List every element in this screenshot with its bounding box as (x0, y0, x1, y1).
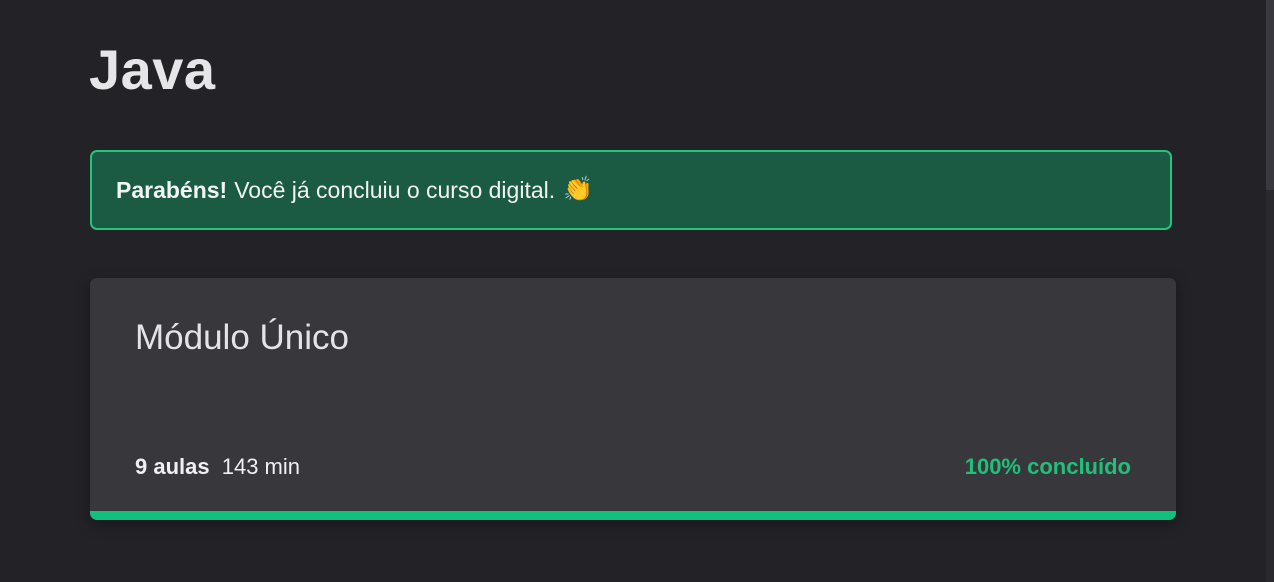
module-title: Módulo Único (135, 318, 349, 357)
scrollbar[interactable] (1266, 0, 1274, 582)
course-page: Java Parabéns! Você já concluiu o curso … (0, 0, 1274, 582)
scrollbar-thumb[interactable] (1266, 0, 1274, 190)
alert-strong-text: Parabéns! (116, 176, 228, 203)
progress-bar (90, 511, 1176, 520)
completion-alert: Parabéns! Você já concluiu o curso digit… (90, 150, 1172, 230)
lessons-count: 9 aulas (135, 454, 210, 479)
progress-label: 100% concluído (964, 454, 1131, 479)
module-meta: 9 aulas 143 min (135, 454, 300, 480)
alert-message: Você já concluiu o curso digital. (234, 176, 556, 203)
progress-bar-fill (90, 511, 1176, 520)
module-card[interactable]: Módulo Único 9 aulas 143 min 100% conclu… (90, 278, 1176, 520)
clapping-hands-icon: 👏 (563, 176, 594, 203)
module-duration: 143 min (221, 454, 301, 479)
page-title: Java (89, 38, 216, 101)
